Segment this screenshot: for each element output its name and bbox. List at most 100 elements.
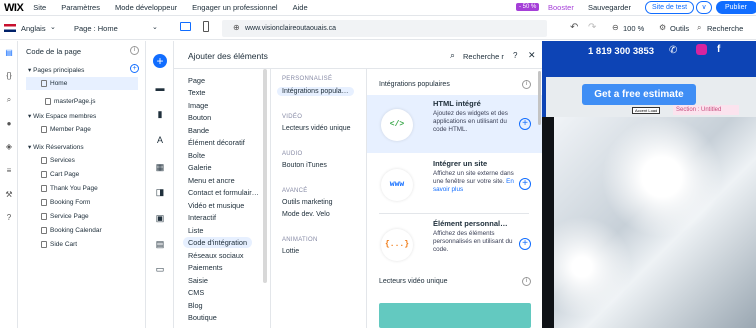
- zoom-level[interactable]: 100 %: [623, 24, 644, 33]
- tools-icon[interactable]: ⚙: [659, 23, 666, 32]
- page-item-cart[interactable]: Cart Page: [26, 168, 138, 181]
- tools-button[interactable]: Outils: [670, 24, 689, 33]
- search-icon[interactable]: ⌕: [450, 50, 455, 61]
- booster-link[interactable]: Booster: [548, 3, 574, 12]
- category-payments[interactable]: Paiements: [188, 263, 222, 272]
- test-site-button[interactable]: Site de test: [645, 1, 695, 14]
- search-icon[interactable]: ⌕: [4, 95, 14, 105]
- free-estimate-button[interactable]: Get a free estimate: [582, 84, 696, 105]
- category-list[interactable]: Liste: [188, 226, 203, 235]
- add-icon[interactable]: +: [519, 178, 531, 190]
- design-icon[interactable]: A: [154, 134, 166, 146]
- category-contact-forms[interactable]: Contact et formulair…: [188, 188, 259, 197]
- menu-item-settings[interactable]: Paramètres: [61, 3, 100, 12]
- video-player-preview[interactable]: [379, 303, 531, 328]
- add-icon[interactable]: +: [519, 238, 531, 250]
- add-element-icon[interactable]: +: [153, 54, 167, 68]
- page-item-booking-form[interactable]: Booking Form: [26, 196, 138, 209]
- category-decorative[interactable]: Élément décoratif: [188, 138, 245, 147]
- mobile-view-icon[interactable]: [203, 21, 209, 32]
- element-card-embed-site[interactable]: www Intégrer un site Affichez un site ex…: [367, 155, 542, 213]
- search-button[interactable]: Recherche: [707, 24, 743, 33]
- page-item-booking-calendar[interactable]: Booking Calendar: [26, 224, 138, 237]
- categories-scrollbar[interactable]: [263, 69, 267, 283]
- close-icon[interactable]: ✕: [528, 50, 536, 61]
- category-box[interactable]: Boîte: [188, 151, 205, 160]
- category-interactive[interactable]: Interactif: [188, 213, 216, 222]
- section-label[interactable]: Section : Untitled: [673, 105, 739, 115]
- menu-item-site[interactable]: Site: [33, 3, 46, 12]
- subcategory-marketing-tools[interactable]: Outils marketing: [282, 199, 333, 206]
- language-selector[interactable]: Anglais: [21, 24, 46, 33]
- add-page-icon[interactable]: +: [130, 64, 139, 73]
- menu-item-help[interactable]: Aide: [293, 3, 308, 12]
- packages-icon[interactable]: ◈: [4, 142, 14, 152]
- site-header[interactable]: 1 819 300 3853 ✆ f: [542, 41, 756, 77]
- group-reservations[interactable]: ▾ Wix Réservations: [28, 143, 84, 151]
- js-file-item[interactable]: masterPage.js: [26, 95, 138, 108]
- zoom-icon[interactable]: ⊖: [612, 23, 619, 32]
- category-input[interactable]: Saisie: [188, 276, 208, 285]
- element-card-custom-element[interactable]: {...} Élément personnal… Affichez des él…: [367, 215, 542, 273]
- test-options-chevron-icon[interactable]: ∨: [696, 1, 712, 14]
- category-button[interactable]: Bouton: [188, 113, 211, 122]
- database-icon[interactable]: ≡: [4, 166, 14, 176]
- category-strip[interactable]: Bande: [188, 126, 209, 135]
- pages-icon[interactable]: ▤: [4, 48, 14, 58]
- search-icon[interactable]: ⌕: [697, 23, 701, 33]
- category-social[interactable]: Réseaux sociaux: [188, 251, 244, 260]
- publish-button[interactable]: Publier: [716, 1, 756, 14]
- chevron-down-icon[interactable]: ⌄: [50, 23, 56, 31]
- site-url[interactable]: www.visionclaireoutaouais.ca: [245, 25, 336, 32]
- category-text[interactable]: Texte: [188, 88, 205, 97]
- anchor-tag[interactable]: Accent Load: [632, 107, 661, 114]
- category-image[interactable]: Image: [188, 101, 208, 110]
- category-store[interactable]: Boutique: [188, 313, 217, 322]
- subcategory-itunes[interactable]: Bouton iTunes: [282, 162, 327, 169]
- page-item-member[interactable]: Member Page: [26, 123, 138, 136]
- help-icon[interactable]: ?: [513, 51, 517, 60]
- hero-window-photo[interactable]: [542, 117, 756, 328]
- cms-icon[interactable]: ▤: [154, 238, 166, 250]
- menu-item-hire-pro[interactable]: Engager un professionnel: [192, 3, 277, 12]
- info-icon[interactable]: i: [522, 277, 531, 286]
- subcategory-popular-embeds[interactable]: Intégrations popula…: [277, 87, 354, 96]
- subcategory-single-video[interactable]: Lecteurs vidéo unique: [282, 125, 351, 132]
- apps-icon[interactable]: ▦: [154, 161, 166, 173]
- page-item-home[interactable]: Home: [26, 77, 138, 90]
- discount-badge[interactable]: - 50 %: [516, 3, 540, 11]
- settings-tools-icon[interactable]: ⚒: [4, 190, 14, 200]
- page-item-services[interactable]: Services: [26, 154, 138, 167]
- element-card-html-embed[interactable]: </> HTML intégré Ajoutez des widgets et …: [367, 95, 542, 153]
- panel-search-button[interactable]: Recherche r: [463, 52, 504, 61]
- phone-number[interactable]: 1 819 300 3853: [588, 46, 654, 57]
- group-main-pages[interactable]: ▾ Pages principales: [28, 66, 84, 74]
- page-selector[interactable]: Page : Home: [74, 24, 118, 33]
- business-icon[interactable]: ◨: [154, 186, 166, 198]
- subcategory-velo-dev-mode[interactable]: Mode dev. Velo: [282, 211, 330, 218]
- category-gallery[interactable]: Galerie: [188, 163, 212, 172]
- sections-icon[interactable]: ▬: [154, 82, 166, 94]
- category-page[interactable]: Page: [188, 76, 205, 85]
- category-embed-code[interactable]: Code d'intégration: [183, 237, 252, 248]
- instagram-icon[interactable]: [696, 44, 707, 55]
- menu-item-dev-mode[interactable]: Mode développeur: [115, 3, 177, 12]
- info-icon[interactable]: i: [130, 46, 139, 55]
- save-button[interactable]: Sauvegarder: [588, 3, 631, 12]
- page-item-thank-you[interactable]: Thank You Page: [26, 182, 138, 195]
- category-blog[interactable]: Blog: [188, 301, 203, 310]
- category-menu-anchor[interactable]: Menu et ancre: [188, 176, 235, 185]
- portfolio-icon[interactable]: ▭: [154, 263, 166, 275]
- subcategory-lottie[interactable]: Lottie: [282, 248, 299, 255]
- add-icon[interactable]: +: [519, 118, 531, 130]
- cards-scrollbar[interactable]: [538, 71, 541, 125]
- group-members[interactable]: ▾ Wix Espace membres: [28, 112, 96, 120]
- redo-icon[interactable]: ↷: [588, 22, 596, 33]
- category-cms[interactable]: CMS: [188, 288, 204, 297]
- help-icon[interactable]: ?: [4, 213, 14, 223]
- desktop-view-icon[interactable]: [180, 22, 191, 31]
- undo-icon[interactable]: ↶: [570, 22, 578, 33]
- page-item-side-cart[interactable]: Side Cart: [26, 238, 138, 251]
- code-braces-icon[interactable]: {}: [4, 71, 14, 81]
- info-icon[interactable]: i: [522, 80, 531, 89]
